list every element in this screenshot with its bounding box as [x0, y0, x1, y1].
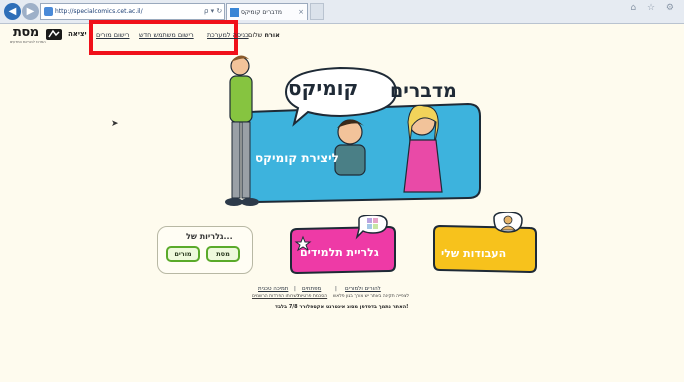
browser-tools-icons[interactable]: ⌂ ☆ ⚙ — [630, 3, 678, 13]
site-favicon-icon — [44, 7, 53, 16]
greeting: אורח שלום — [248, 31, 280, 39]
footer-separator: | — [335, 286, 337, 292]
browser-tab[interactable]: מדברים קומיקס × — [226, 3, 308, 20]
footer-terms-link[interactable]: לשרותו הפרדות הרשמים — [252, 294, 299, 299]
tab-close-icon[interactable]: × — [298, 4, 304, 20]
forward-arrow-icon[interactable]: ▶ — [22, 3, 39, 20]
tab-title: מדברים קומיקס — [241, 9, 282, 16]
boy-sitting-figure — [334, 119, 366, 176]
new-tab-button[interactable] — [310, 3, 324, 20]
hero-bubble-title: קומיקס — [288, 76, 359, 100]
mouse-cursor-icon: ➤ — [111, 119, 119, 129]
footer-help-text: לצפייה תקינה באתר יש צורך בגון פלאש — [333, 294, 410, 299]
galleries-title: גלריות של... — [186, 232, 233, 241]
browser-support-note: האתר נתמך בדפדפן מסוג אינטרנט אקספלורר 7… — [275, 304, 409, 310]
footer-link-developers[interactable]: מפתחים — [302, 286, 321, 292]
students-gallery-label: גלריית תלמידים — [300, 246, 379, 259]
footer-link-parents-teachers[interactable]: להורים ולמורים — [345, 286, 381, 292]
greeting-prefix: שלום — [248, 31, 263, 39]
exit-link[interactable]: יציאה — [68, 30, 87, 38]
hero-title: מדברים — [390, 80, 457, 102]
page: ◀ ▶ http://specialcomics.cet.ac.il/ ρ ▾ … — [0, 0, 684, 382]
tab-favicon-icon — [230, 8, 239, 17]
students-gallery-button[interactable] — [287, 215, 399, 275]
greeting-user: אורח — [264, 31, 280, 39]
teachers-gallery-button[interactable]: מורים — [166, 246, 200, 262]
logo-subtitle: המרכז להוראת המדעים — [10, 40, 46, 44]
logo-text: מסת — [13, 25, 39, 40]
address-tools[interactable]: ρ ▾ ↻ — [204, 3, 222, 20]
system-login-link[interactable]: כניסה למערכת — [207, 31, 249, 39]
girl-figure — [403, 104, 443, 193]
create-comic-button[interactable]: ליצירת קומיקס — [255, 151, 339, 165]
hero-illustration[interactable] — [190, 42, 490, 214]
footer-link-tech-support[interactable]: תמיכה טכנית — [258, 286, 288, 292]
address-text: http://specialcomics.cet.ac.il/ — [55, 8, 143, 15]
my-works-button[interactable] — [430, 212, 540, 276]
footer-separator: | — [294, 286, 296, 292]
teacher-registration-link[interactable]: רישום מורים — [96, 31, 130, 39]
my-works-label: העבודות שלי — [441, 247, 507, 260]
massat-gallery-button[interactable]: מסת — [206, 246, 240, 262]
footer-privacy-link[interactable]: הסכמת פרטיות — [298, 294, 327, 299]
new-user-registration-link[interactable]: רישום משתמש חדש — [139, 31, 194, 39]
back-arrow-icon[interactable]: ◀ — [4, 3, 21, 20]
address-bar[interactable]: http://specialcomics.cet.ac.il/ — [40, 3, 225, 20]
